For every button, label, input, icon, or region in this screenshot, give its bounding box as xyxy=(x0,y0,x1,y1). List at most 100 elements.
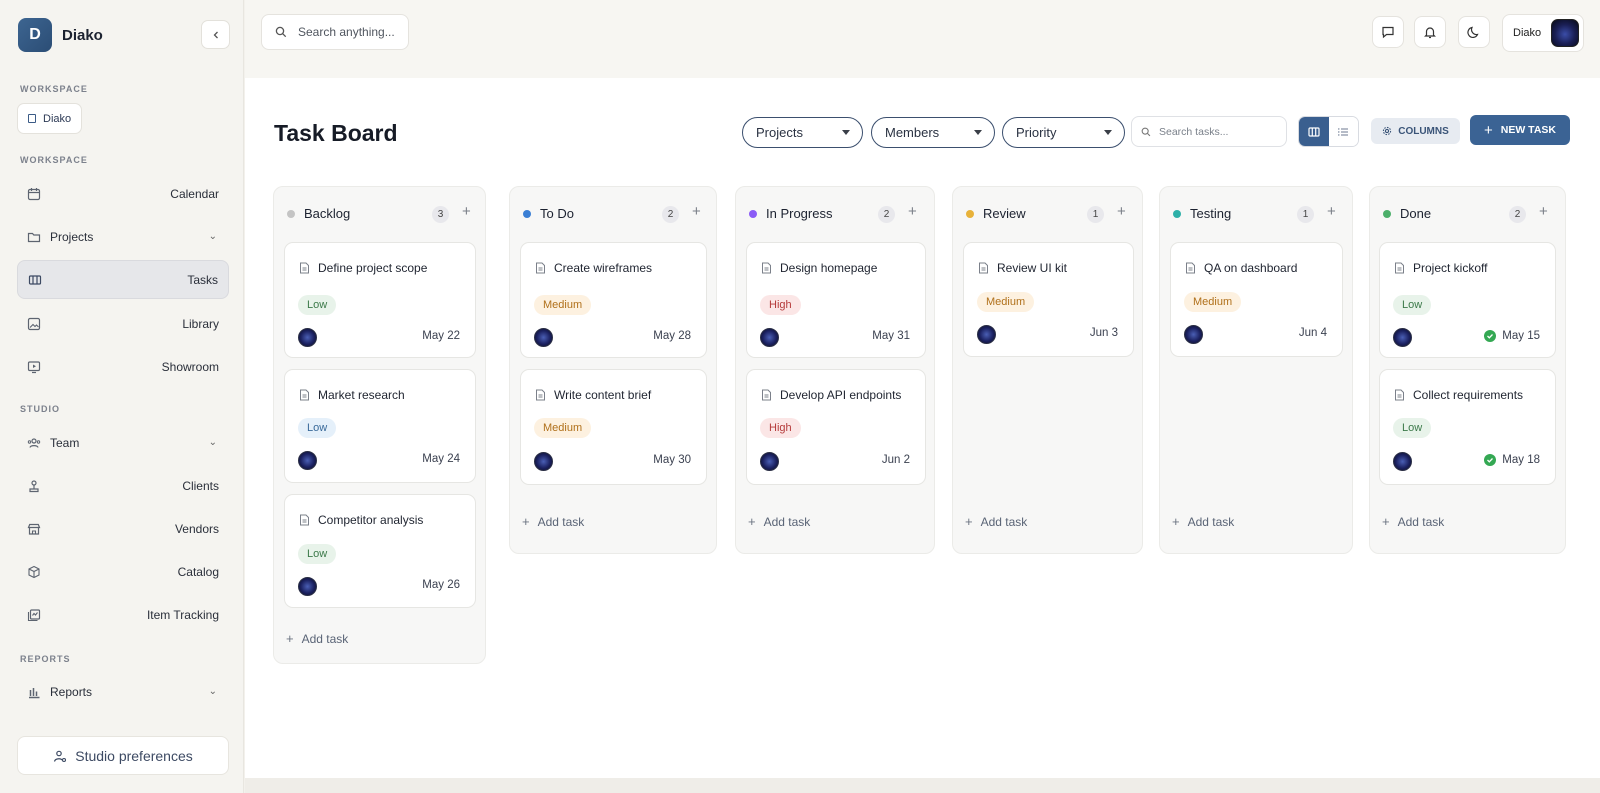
tracking-icon xyxy=(27,608,41,622)
brand[interactable]: D Diako xyxy=(18,18,103,52)
document-icon xyxy=(300,389,309,401)
studio-preferences-button[interactable]: Studio preferences xyxy=(17,736,229,775)
client-icon xyxy=(27,479,41,493)
due-date: May 26 xyxy=(422,579,460,591)
priority-filter-select[interactable]: Priority xyxy=(1002,117,1125,148)
avatar xyxy=(1393,328,1412,347)
add-card-icon[interactable]: + xyxy=(1117,203,1126,220)
column-title: Done xyxy=(1400,206,1432,221)
columns-button-label: COLUMNS xyxy=(1398,125,1449,137)
task-card[interactable]: Collect requirements Low May 18 xyxy=(1379,369,1556,485)
add-card-icon[interactable]: + xyxy=(908,203,917,220)
projects-filter-select[interactable]: Projects xyxy=(742,117,863,148)
status-dot xyxy=(966,209,974,218)
column-header: Testing xyxy=(1173,206,1231,221)
add-task-button[interactable]: + Add task xyxy=(522,514,584,529)
list-view-button[interactable] xyxy=(1328,117,1358,146)
add-task-button[interactable]: + Add task xyxy=(286,631,348,646)
sidebar-item-label: Clients xyxy=(182,478,219,493)
main-content: Task Board Projects Members Priority Sea… xyxy=(245,78,1600,778)
columns-settings-button[interactable]: COLUMNS xyxy=(1371,118,1460,144)
chevron-down-icon: ⌄ xyxy=(208,231,217,242)
collapse-sidebar-button[interactable] xyxy=(201,20,230,49)
add-task-button[interactable]: + Add task xyxy=(965,514,1027,529)
user-menu[interactable]: Diako xyxy=(1502,14,1584,52)
search-icon xyxy=(1141,127,1151,136)
task-card[interactable]: Competitor analysis Low May 26 xyxy=(284,494,476,608)
chevron-down-icon: ⌄ xyxy=(208,686,217,697)
column-title: In Progress xyxy=(766,206,833,221)
task-search-input[interactable]: Search tasks... xyxy=(1131,116,1287,147)
task-card[interactable]: Project kickoff Low May 15 xyxy=(1379,242,1556,358)
column-title: To Do xyxy=(540,206,574,221)
column-count: 2 xyxy=(1509,206,1526,223)
task-card[interactable]: Develop API endpoints High Jun 2 xyxy=(746,369,926,485)
folder-icon xyxy=(27,230,41,244)
task-title: Develop API endpoints xyxy=(761,388,901,402)
board-view-button[interactable] xyxy=(1299,117,1329,146)
avatar xyxy=(760,328,779,347)
add-task-button[interactable]: + Add task xyxy=(1382,514,1444,529)
document-icon xyxy=(979,262,988,274)
task-card[interactable]: Create wireframes Medium May 28 xyxy=(520,242,707,358)
document-icon xyxy=(762,389,771,401)
sidebar-item-label: Showroom xyxy=(161,359,219,374)
members-filter-select[interactable]: Members xyxy=(871,117,995,148)
messages-button[interactable] xyxy=(1372,16,1404,48)
task-title-text: Collect requirements xyxy=(1413,388,1524,402)
new-task-button[interactable]: + NEW TASK xyxy=(1470,115,1570,145)
task-title-text: Review UI kit xyxy=(997,261,1068,275)
sidebar-item-item-tracking[interactable]: Item Tracking xyxy=(17,595,229,634)
sidebar-item-team[interactable]: Team ⌄ xyxy=(17,423,229,462)
add-task-button[interactable]: + Add task xyxy=(748,514,810,529)
sidebar-item-calendar[interactable]: Calendar xyxy=(17,174,229,213)
sidebar-item-label: Item Tracking xyxy=(146,607,219,622)
sidebar-item-clients[interactable]: Clients xyxy=(17,466,229,505)
workspace-switcher[interactable]: Diako xyxy=(17,103,83,134)
task-card[interactable]: Market research Low May 24 xyxy=(284,369,476,483)
theme-toggle-button[interactable] xyxy=(1458,16,1490,48)
add-task-label: Add task xyxy=(537,514,585,529)
column-header: In Progress xyxy=(749,206,832,221)
priority-badge: Medium xyxy=(534,418,592,438)
sidebar-item-label: Catalog xyxy=(177,564,219,579)
task-card[interactable]: Review UI kit Medium Jun 3 xyxy=(963,242,1134,357)
message-icon xyxy=(1382,26,1394,39)
add-card-icon[interactable]: + xyxy=(1539,203,1548,220)
add-card-icon[interactable]: + xyxy=(1327,203,1336,220)
notifications-button[interactable] xyxy=(1414,16,1446,48)
sidebar-item-catalog[interactable]: Catalog xyxy=(17,552,229,591)
sidebar-item-reports[interactable]: Reports ⌄ xyxy=(17,672,229,711)
new-task-button-label: NEW TASK xyxy=(1500,124,1556,136)
add-card-icon[interactable]: + xyxy=(462,203,471,220)
task-card[interactable]: Design homepage High May 31 xyxy=(746,242,926,358)
add-card-icon[interactable]: + xyxy=(692,203,701,220)
sidebar-item-library[interactable]: Library xyxy=(17,304,229,343)
caret-down-icon xyxy=(1104,130,1112,135)
plus-icon: + xyxy=(522,514,530,529)
user-settings-icon xyxy=(54,750,67,762)
image-library-icon xyxy=(27,317,41,331)
document-icon xyxy=(1395,262,1404,274)
status-dot xyxy=(287,209,295,218)
priority-badge: High xyxy=(760,418,801,438)
add-task-button[interactable]: + Add task xyxy=(1172,514,1234,529)
team-icon xyxy=(27,436,41,450)
sidebar-item-tasks[interactable]: Tasks xyxy=(17,260,229,299)
sidebar-item-vendors[interactable]: Vendors xyxy=(17,509,229,548)
task-card[interactable]: QA on dashboard Medium Jun 4 xyxy=(1170,242,1343,357)
sidebar-item-showroom[interactable]: Showroom xyxy=(17,347,229,386)
priority-badge: Medium xyxy=(977,292,1035,312)
sidebar-item-projects[interactable]: Projects ⌄ xyxy=(17,217,229,256)
status-dot xyxy=(523,209,531,218)
task-title-text: QA on dashboard xyxy=(1204,261,1298,275)
task-card[interactable]: Write content brief Medium May 30 xyxy=(520,369,707,485)
board-view-icon xyxy=(1308,126,1320,137)
avatar xyxy=(977,325,996,344)
sidebar-item-label: Reports xyxy=(50,684,93,699)
topbar: Search anything... Diako xyxy=(245,0,1600,78)
global-search-input[interactable]: Search anything... xyxy=(261,14,409,50)
avatar xyxy=(1393,452,1412,471)
task-title-text: Define project scope xyxy=(318,261,428,275)
task-card[interactable]: Define project scope Low May 22 xyxy=(284,242,476,358)
